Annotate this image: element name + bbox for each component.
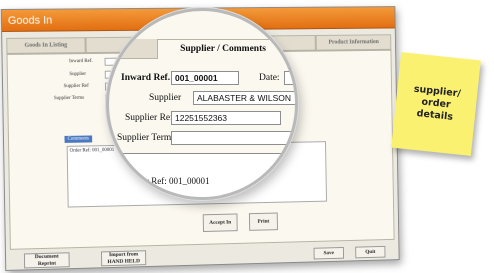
- supplier-label: Supplier: [149, 93, 182, 103]
- quit-button[interactable]: Quit: [355, 245, 386, 259]
- tab-goods-in-listing[interactable]: Goods In Listing: [6, 37, 86, 54]
- magnified-comments-box[interactable]: Order Ref: 001_00001: [123, 153, 295, 197]
- import-hand-held-button[interactable]: Import from HAND HELD: [100, 250, 147, 267]
- tab-product-information[interactable]: Product Information: [315, 34, 392, 51]
- document-reprint-button[interactable]: Document Reprint: [23, 252, 70, 269]
- date-label: Date:: [259, 73, 280, 83]
- inward-ref-field[interactable]: 001_00001: [171, 71, 239, 85]
- supplier-ref-label: Supplier Ref: [125, 113, 174, 123]
- inward-ref-label: Inward Ref.: [121, 73, 171, 83]
- supplier-terms-field[interactable]: [171, 131, 295, 145]
- magnified-tab-supplier-comments[interactable]: Supplier / Comments: [157, 39, 289, 59]
- sticky-note: supplier/ order details: [391, 52, 481, 156]
- comments-text: Order Ref: 001_00001: [69, 147, 115, 154]
- save-button[interactable]: Save: [313, 246, 345, 260]
- small-supplier-terms-label: Supplier Terms: [53, 95, 85, 102]
- magnifier-callout: Supplier / Comments Inward Ref. 001_0000…: [106, 8, 298, 200]
- comments-label: Comments: [64, 135, 92, 143]
- small-supplier-ref-label: Supplier Ref: [63, 83, 89, 90]
- small-supplier-label: Supplier: [69, 71, 87, 78]
- supplier-ref-field[interactable]: 12251552363: [171, 111, 281, 125]
- supplier-field[interactable]: ALABASTER & WILSON: [193, 91, 295, 105]
- magnified-comments-text: Order Ref: 001_00001: [128, 176, 210, 186]
- small-inward-ref-label: Inward Ref.: [69, 58, 93, 65]
- print-button[interactable]: Print: [248, 212, 278, 231]
- accept-in-button[interactable]: Accept In: [202, 213, 238, 233]
- sticky-note-text: supplier/ order details: [413, 83, 462, 123]
- supplier-terms-label: Supplier Terms: [117, 133, 176, 143]
